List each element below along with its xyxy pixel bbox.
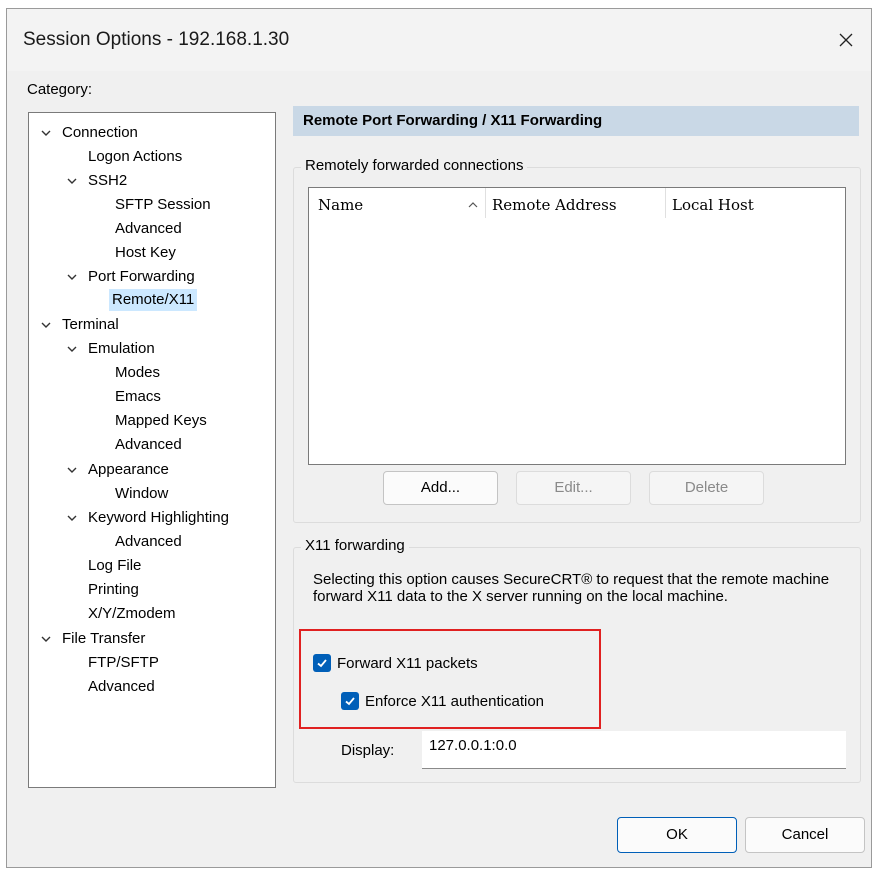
tree-item-logon-actions[interactable]: Logon Actions [85, 146, 185, 168]
cancel-button[interactable]: Cancel [745, 817, 865, 853]
tree-item-xyzmodem[interactable]: X/Y/Zmodem [85, 603, 179, 625]
ok-button[interactable]: OK [617, 817, 737, 853]
tree-item-terminal[interactable]: Terminal [59, 314, 122, 336]
tree-item-host-key[interactable]: Host Key [112, 242, 179, 264]
column-header-local-host[interactable]: Local Host [672, 196, 754, 214]
tree-item-ssh2[interactable]: SSH2 [85, 170, 130, 192]
x11-description: Selecting this option causes SecureCRT® … [313, 571, 830, 605]
tree-item-appearance[interactable]: Appearance [85, 459, 172, 481]
checkbox-checked[interactable] [341, 692, 359, 710]
tree-item-emulation[interactable]: Emulation [85, 338, 158, 360]
column-divider[interactable] [665, 188, 666, 218]
checkbox-checked[interactable] [313, 654, 331, 672]
chevron-down-icon[interactable] [40, 127, 52, 139]
category-tree[interactable]: Connection Logon Actions SSH2 SFTP Sessi… [28, 112, 276, 788]
remote-forward-list[interactable]: Name Remote Address Local Host [308, 187, 846, 465]
column-header-remote-address[interactable]: Remote Address [492, 196, 617, 214]
tree-item-advanced[interactable]: Advanced [112, 531, 185, 553]
column-divider[interactable] [485, 188, 486, 218]
forward-x11-checkbox[interactable]: Forward X11 packets [313, 652, 478, 674]
checkmark-icon [317, 659, 327, 668]
enforce-x11-auth-checkbox[interactable]: Enforce X11 authentication [341, 690, 544, 712]
chevron-down-icon[interactable] [66, 175, 78, 187]
session-options-dialog: Session Options - 192.168.1.30 Category:… [6, 8, 872, 868]
highlight-box [299, 629, 601, 729]
tree-item-remote-x11[interactable]: Remote/X11 [109, 289, 198, 311]
tree-item-advanced[interactable]: Advanced [112, 218, 185, 240]
tree-item-modes[interactable]: Modes [112, 362, 163, 384]
title-bar[interactable]: Session Options - 192.168.1.30 [7, 9, 871, 71]
chevron-down-icon[interactable] [66, 271, 78, 283]
tree-item-connection[interactable]: Connection [59, 122, 141, 144]
section-header: Remote Port Forwarding / X11 Forwarding [293, 106, 859, 136]
tree-item-window[interactable]: Window [112, 483, 171, 505]
edit-button[interactable]: Edit... [516, 471, 631, 505]
close-icon [839, 33, 853, 47]
tree-item-log-file[interactable]: Log File [85, 555, 144, 577]
chevron-down-icon[interactable] [40, 319, 52, 331]
chevron-down-icon[interactable] [66, 343, 78, 355]
checkmark-icon [345, 697, 355, 706]
display-value: 127.0.0.1:0.0 [429, 737, 517, 754]
sort-ascending-icon [468, 202, 478, 208]
close-button[interactable] [821, 9, 871, 71]
remote-forward-group-label: Remotely forwarded connections [301, 157, 528, 174]
category-label: Category: [27, 81, 93, 98]
tree-item-keyword-highlighting[interactable]: Keyword Highlighting [85, 507, 232, 529]
tree-item-emacs[interactable]: Emacs [112, 386, 164, 408]
column-header-name[interactable]: Name [318, 196, 363, 214]
tree-item-advanced[interactable]: Advanced [85, 676, 158, 698]
tree-item-file-transfer[interactable]: File Transfer [59, 628, 148, 650]
x11-forwarding-group-label: X11 forwarding [301, 537, 409, 554]
delete-button[interactable]: Delete [649, 471, 764, 505]
tree-item-printing[interactable]: Printing [85, 579, 142, 601]
chevron-down-icon[interactable] [66, 512, 78, 524]
add-button[interactable]: Add... [383, 471, 498, 505]
tree-item-sftp-session[interactable]: SFTP Session [112, 194, 214, 216]
tree-item-mapped-keys[interactable]: Mapped Keys [112, 410, 210, 432]
window-title: Session Options - 192.168.1.30 [23, 29, 290, 50]
tree-item-ftp-sftp[interactable]: FTP/SFTP [85, 652, 162, 674]
chevron-down-icon[interactable] [66, 464, 78, 476]
tree-item-advanced[interactable]: Advanced [112, 434, 185, 456]
section-title: Remote Port Forwarding / X11 Forwarding [303, 112, 603, 129]
tree-item-port-forwarding[interactable]: Port Forwarding [85, 266, 198, 288]
enforce-x11-auth-label: Enforce X11 authentication [365, 692, 545, 710]
chevron-down-icon[interactable] [40, 633, 52, 645]
display-label: Display: [341, 742, 395, 759]
forward-x11-label: Forward X11 packets [337, 654, 478, 672]
